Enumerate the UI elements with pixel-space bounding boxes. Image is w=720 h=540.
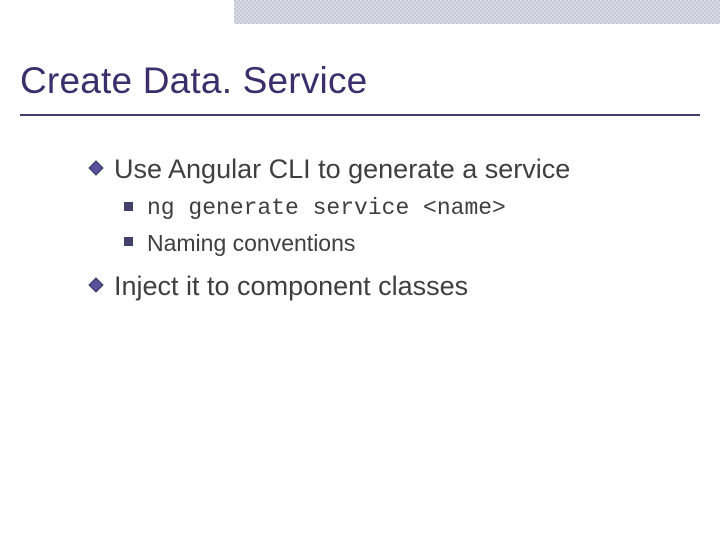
bullet-text: Use Angular CLI to generate a service [114, 152, 570, 187]
diamond-bullet-icon [88, 277, 104, 298]
diamond-bullet-icon [88, 160, 104, 181]
top-decorative-bar [234, 0, 720, 24]
square-bullet-icon [124, 202, 133, 211]
square-bullet-icon [124, 237, 133, 246]
bullet-level2: ng generate service <name> [124, 193, 688, 224]
slide-title: Create Data. Service [20, 60, 367, 102]
bullet-level2: Naming conventions [124, 228, 688, 259]
sub-bullet-text-code: ng generate service <name> [147, 193, 506, 224]
sub-bullet-text: Naming conventions [147, 228, 355, 259]
bullet-level1: Inject it to component classes [88, 269, 688, 304]
slide: Create Data. Service Use Angular CLI to … [0, 0, 720, 540]
content-area: Use Angular CLI to generate a service ng… [88, 152, 688, 310]
bullet-text: Inject it to component classes [114, 269, 468, 304]
bullet-level1: Use Angular CLI to generate a service [88, 152, 688, 187]
title-underline [20, 114, 700, 116]
